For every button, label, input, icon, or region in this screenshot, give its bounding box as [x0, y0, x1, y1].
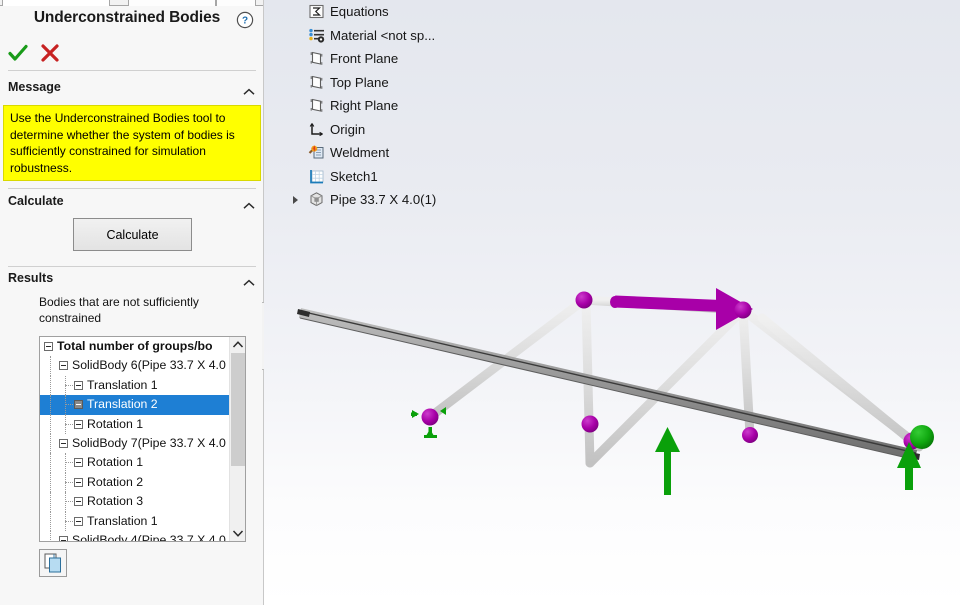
chevron-up-icon-calculate[interactable] — [243, 197, 255, 209]
message-text: Use the Underconstrained Bodies tool to … — [3, 105, 261, 181]
panel-tab-2[interactable] — [128, 0, 216, 6]
tree-row[interactable]: Translation 1 — [40, 375, 230, 396]
tree-scrollbar[interactable] — [229, 337, 245, 541]
tree-elbow-line — [65, 423, 73, 425]
tree-expander-minus-icon[interactable] — [74, 419, 83, 429]
tree-row-label: Translation 2 — [87, 397, 158, 412]
tree-row-label: Translation 1 — [87, 377, 158, 392]
tree-elbow-line — [65, 462, 73, 464]
tree-elbow-line — [65, 404, 73, 406]
tree-expander-minus-icon[interactable] — [74, 516, 83, 526]
scroll-up-arrow-icon[interactable] — [230, 337, 245, 353]
tree-row[interactable]: Total number of groups/bo — [40, 337, 230, 356]
panel-tab-1[interactable] — [2, 0, 110, 6]
tree-expander-minus-icon[interactable] — [74, 380, 83, 390]
tree-expander-minus-icon[interactable] — [44, 342, 53, 351]
tree-row-label: SolidBody 4(Pipe 33.7 X 4.0 — [72, 532, 226, 541]
joint-node — [421, 408, 439, 426]
tree-row[interactable]: SolidBody 7(Pipe 33.7 X 4.0 — [40, 433, 230, 454]
tree-elbow-line — [65, 481, 73, 483]
tree-expander-minus-icon[interactable] — [59, 361, 68, 371]
tree-elbow-line — [65, 501, 73, 503]
tree-row[interactable]: SolidBody 4(Pipe 33.7 X 4.0 — [40, 530, 230, 541]
help-question-icon[interactable]: ? — [236, 11, 254, 29]
tree-row-label: Rotation 1 — [87, 455, 144, 470]
joint-node — [575, 291, 593, 309]
tree-guide-line — [50, 375, 51, 396]
calculate-button[interactable]: Calculate — [73, 218, 192, 251]
cancel-button[interactable] — [36, 40, 64, 66]
tree-elbow-line — [65, 384, 73, 386]
section-header-results[interactable]: Results — [0, 267, 263, 293]
model-3d-view — [297, 288, 934, 495]
tree-rows-container: Total number of groups/bo SolidBody 6(Pip… — [40, 337, 230, 541]
tree-guide-line — [50, 433, 51, 454]
tree-row-label: Rotation 2 — [87, 474, 144, 489]
joint-node — [734, 301, 752, 319]
panel-tab-strip — [0, 0, 263, 6]
accept-button[interactable] — [4, 40, 32, 66]
tree-guide-line — [50, 492, 51, 512]
tree-row-label: Translation 1 — [87, 513, 158, 528]
tree-expander-minus-icon[interactable] — [59, 438, 68, 448]
panel-action-buttons — [0, 40, 263, 68]
tree-elbow-line — [65, 520, 73, 522]
joint-node — [581, 415, 599, 433]
tree-row-label: SolidBody 6(Pipe 33.7 X 4.0 — [72, 358, 226, 373]
tree-row[interactable]: Rotation 1 — [40, 453, 230, 473]
section-label-message: Message — [8, 80, 61, 94]
tree-guide-line — [50, 530, 51, 541]
scroll-down-arrow-icon[interactable] — [230, 525, 245, 541]
tree-guide-line — [50, 511, 51, 531]
panel-header: Underconstrained Bodies ? — [0, 7, 263, 37]
underconstrained-bodies-tree[interactable]: Total number of groups/bo SolidBody 6(Pip… — [39, 336, 246, 542]
tree-expander-minus-icon[interactable] — [59, 535, 68, 541]
tree-expander-minus-icon[interactable] — [74, 497, 83, 507]
property-manager-panel: Underconstrained Bodies ? Message Use th… — [0, 0, 264, 605]
header-divider — [8, 70, 256, 71]
chevron-up-icon-results[interactable] — [243, 274, 255, 286]
tree-guide-line — [50, 356, 51, 376]
tree-guide-line — [50, 472, 51, 493]
section-header-message[interactable]: Message — [0, 76, 263, 102]
section-header-calculate[interactable]: Calculate — [0, 190, 263, 216]
main-chord-beam — [297, 308, 920, 461]
tree-expander-minus-icon[interactable] — [74, 400, 83, 410]
tree-row-label: Rotation 1 — [87, 416, 144, 431]
tree-guide-line — [50, 453, 51, 473]
results-description: Bodies that are not sufficiently constra… — [39, 295, 199, 325]
copy-results-button[interactable] — [39, 549, 67, 577]
tree-guide-line — [50, 395, 51, 415]
chevron-up-icon-message[interactable] — [243, 83, 255, 95]
svg-text:?: ? — [242, 16, 248, 27]
tree-guide-line — [50, 414, 51, 434]
tree-row[interactable]: Rotation 2 — [40, 472, 230, 493]
tree-expander-minus-icon[interactable] — [74, 477, 83, 487]
section-label-calculate: Calculate — [8, 194, 64, 208]
tree-row-label: Rotation 3 — [87, 494, 144, 509]
section-label-results: Results — [8, 271, 54, 285]
page-title: Underconstrained Bodies — [33, 9, 221, 26]
tree-row[interactable]: SolidBody 6(Pipe 33.7 X 4.0 — [40, 356, 230, 376]
tree-row-label: SolidBody 7(Pipe 33.7 X 4.0 — [72, 435, 226, 450]
graphics-viewport[interactable]: Equations Material <not sp... Front Plane T… — [264, 0, 960, 605]
tree-row[interactable]: Rotation 3 — [40, 492, 230, 512]
tree-row[interactable]: Translation 2 — [40, 395, 230, 415]
tree-row-label: Total number of groups/bo — [57, 339, 213, 353]
joint-node — [742, 427, 758, 443]
tree-expander-minus-icon[interactable] — [74, 458, 83, 468]
tree-row[interactable]: Translation 1 — [40, 511, 230, 531]
panel-tab-3[interactable] — [216, 0, 256, 6]
scrollbar-thumb[interactable] — [231, 353, 245, 466]
green-up-arrow-center — [655, 427, 680, 495]
tree-row[interactable]: Rotation 1 — [40, 414, 230, 434]
divider-after-message — [8, 188, 256, 189]
